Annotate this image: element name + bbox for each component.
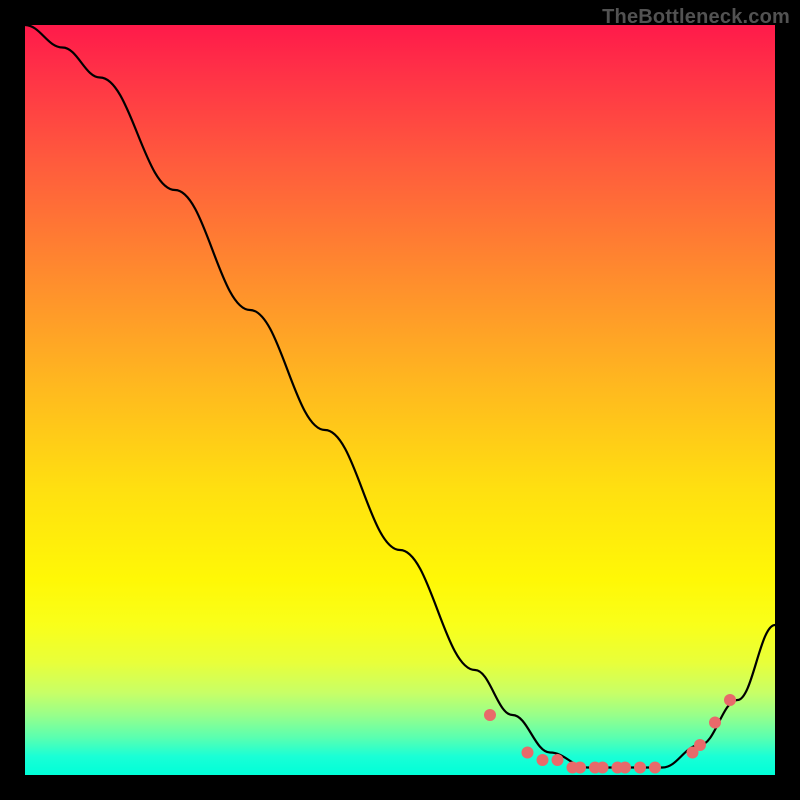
marker-point [649,762,661,774]
marker-point [537,754,549,766]
marker-point [597,762,609,774]
marker-point [634,762,646,774]
chart-container: TheBottleneck.com [0,0,800,800]
marker-point [484,709,496,721]
marker-point [724,694,736,706]
marker-point [574,762,586,774]
watermark-text: TheBottleneck.com [602,6,790,29]
marker-point [619,762,631,774]
plot-area [25,25,775,775]
marker-point [709,717,721,729]
marker-point [522,747,534,759]
curve-markers [484,694,736,774]
marker-point [694,739,706,751]
marker-point [552,754,564,766]
chart-svg [25,25,775,775]
bottleneck-curve [25,25,775,768]
